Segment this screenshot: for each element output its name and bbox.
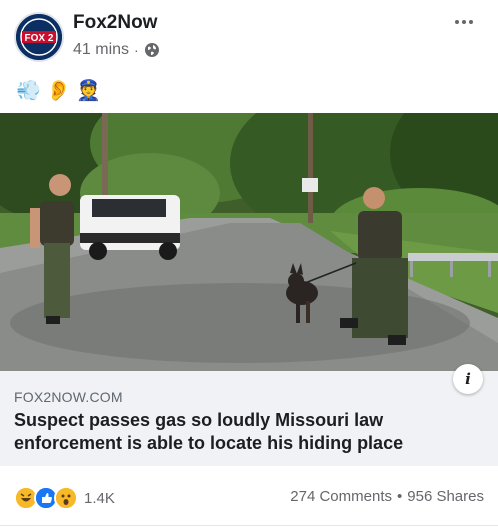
divider <box>0 525 498 526</box>
counts-separator: • <box>397 488 403 505</box>
link-title[interactable]: Suspect passes gas so loudly Missouri la… <box>14 409 484 455</box>
reaction-summary[interactable]: 1.4K <box>14 486 115 510</box>
post-text-emojis: 💨 👂 👮 <box>16 79 101 103</box>
dash-emoji-icon: 💨 <box>16 80 41 102</box>
wow-reaction-icon <box>54 486 78 510</box>
globe-icon <box>144 42 160 58</box>
reaction-count[interactable]: 1.4K <box>84 490 115 507</box>
police-officer-emoji-icon: 👮 <box>76 80 101 102</box>
engagement-counts: 274 Comments • 956 Shares <box>290 488 484 505</box>
link-domain: FOX2NOW.COM <box>14 389 123 405</box>
post-header: FOX 2 Fox2Now 41 mins · <box>0 0 498 72</box>
fox2-logo-icon: FOX 2 <box>16 14 62 60</box>
post-meta: 41 mins · <box>73 41 160 59</box>
more-options-button[interactable] <box>448 10 480 34</box>
link-preview-image[interactable] <box>0 113 498 371</box>
post-footer: 1.4K 274 Comments • 956 Shares <box>0 466 498 528</box>
svg-text:FOX 2: FOX 2 <box>25 33 54 44</box>
page-name-link[interactable]: Fox2Now <box>73 12 157 34</box>
dot-icon <box>455 20 459 24</box>
info-button[interactable]: i <box>453 364 483 394</box>
page-avatar[interactable]: FOX 2 <box>14 12 64 62</box>
facebook-post: FOX 2 Fox2Now 41 mins · 💨 👂 👮 i FOX2NOW.… <box>0 0 498 528</box>
shares-count-link[interactable]: 956 Shares <box>407 488 484 505</box>
dot-icon <box>469 20 473 24</box>
post-time[interactable]: 41 mins <box>73 41 129 59</box>
comments-count-link[interactable]: 274 Comments <box>290 488 392 505</box>
meta-separator: · <box>134 42 139 58</box>
ear-emoji-icon: 👂 <box>46 80 71 102</box>
link-card[interactable]: i FOX2NOW.COM Suspect passes gas so loud… <box>0 364 498 466</box>
dot-icon <box>462 20 466 24</box>
